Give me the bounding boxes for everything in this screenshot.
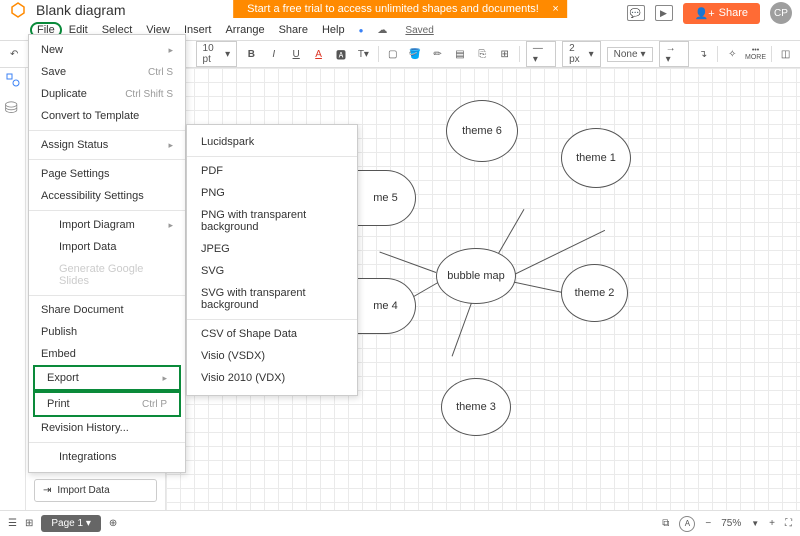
cloud-icon: ☁ bbox=[370, 23, 394, 38]
stroke-width-input[interactable]: 2 px ▾ bbox=[562, 41, 601, 67]
export-vdx[interactable]: Visio 2010 (VDX) bbox=[187, 367, 357, 389]
present-icon[interactable]: ▶ bbox=[655, 5, 673, 21]
menu-integrations[interactable]: Integrations bbox=[29, 446, 185, 468]
fullscreen-icon[interactable]: ⛶ bbox=[785, 518, 792, 529]
export-png-transparent[interactable]: PNG with transparent background bbox=[187, 204, 357, 238]
zoom-in-icon[interactable]: + bbox=[769, 518, 775, 529]
export-submenu: Lucidspark PDF PNG PNG with transparent … bbox=[186, 124, 358, 396]
export-csv[interactable]: CSV of Shape Data bbox=[187, 323, 357, 345]
menu-revision[interactable]: Revision History... bbox=[29, 417, 185, 439]
share-button[interactable]: 👤+ Share bbox=[683, 3, 760, 24]
menu-assign-status[interactable]: Assign Status▸ bbox=[29, 134, 185, 156]
arrow-end-select[interactable]: → ▾ bbox=[659, 41, 689, 67]
fill-icon[interactable]: ▢ bbox=[385, 45, 401, 63]
menu-share-doc[interactable]: Share Document bbox=[29, 299, 185, 321]
line-style-select[interactable]: — ▾ bbox=[526, 41, 556, 67]
node-theme4[interactable]: me 4 bbox=[356, 278, 416, 334]
text-align-icon[interactable]: T▾ bbox=[355, 45, 371, 63]
text-color-icon[interactable]: A bbox=[310, 45, 326, 63]
statusbar: ☰ ⊞ Page 1 ▾ ⊕ ⧉ A − 75% ▼ + ⛶ bbox=[0, 510, 800, 536]
page-tab[interactable]: Page 1 ▾ bbox=[41, 515, 101, 532]
underline-icon[interactable]: U bbox=[288, 45, 304, 63]
menu-publish[interactable]: Publish bbox=[29, 321, 185, 343]
share-icon: 👤+ bbox=[695, 7, 715, 20]
menu-import-diagram[interactable]: Import Diagram▸ bbox=[29, 214, 185, 236]
saved-status[interactable]: Saved bbox=[398, 23, 440, 38]
add-page-icon[interactable]: ⊕ bbox=[109, 518, 117, 529]
menu-save[interactable]: SaveCtrl S bbox=[29, 61, 185, 83]
export-pdf[interactable]: PDF bbox=[187, 160, 357, 182]
highlight-icon[interactable]: 🅰 bbox=[333, 45, 349, 63]
node-theme2[interactable]: theme 2 bbox=[561, 264, 628, 322]
menu-accessibility[interactable]: Accessibility Settings bbox=[29, 185, 185, 207]
route-icon[interactable]: ↴ bbox=[695, 45, 711, 63]
accessibility-icon[interactable]: A bbox=[679, 516, 695, 532]
menu-embed[interactable]: Embed bbox=[29, 343, 185, 365]
file-menu: New▸ SaveCtrl S DuplicateCtrl Shift S Co… bbox=[28, 34, 186, 473]
zoom-out-icon[interactable]: − bbox=[705, 518, 711, 529]
data-icon[interactable]: ⛁ bbox=[5, 98, 21, 114]
menu-convert[interactable]: Convert to Template bbox=[29, 105, 185, 127]
export-vsdx[interactable]: Visio (VSDX) bbox=[187, 345, 357, 367]
eraser-icon[interactable]: ▤ bbox=[452, 45, 468, 63]
grid-icon[interactable]: ⊞ bbox=[497, 45, 513, 63]
avatar[interactable]: CP bbox=[770, 2, 792, 24]
menu-new[interactable]: New▸ bbox=[29, 39, 185, 61]
trial-banner[interactable]: Start a free trial to access unlimited s… bbox=[233, 0, 567, 18]
layers-icon[interactable]: ⧉ bbox=[662, 518, 669, 529]
bold-icon[interactable]: B bbox=[243, 45, 259, 63]
export-png[interactable]: PNG bbox=[187, 182, 357, 204]
export-jpeg[interactable]: JPEG bbox=[187, 238, 357, 260]
more-button[interactable]: •••MORE bbox=[747, 45, 765, 63]
export-lucidspark[interactable]: Lucidspark bbox=[187, 131, 357, 153]
doc-title[interactable]: Blank diagram bbox=[36, 2, 126, 18]
menu-duplicate[interactable]: DuplicateCtrl Shift S bbox=[29, 83, 185, 105]
left-rail: ⛁ bbox=[0, 68, 26, 510]
menu-print[interactable]: PrintCtrl P bbox=[33, 391, 181, 417]
menu-arrange[interactable]: Arrange bbox=[218, 22, 271, 38]
import-data-button[interactable]: ⇥ Import Data bbox=[34, 479, 157, 502]
menu-share[interactable]: Share bbox=[272, 22, 315, 38]
zoom-level[interactable]: 75% bbox=[721, 518, 741, 529]
export-svg-transparent[interactable]: SVG with transparent background bbox=[187, 282, 357, 316]
shapes-icon[interactable] bbox=[5, 72, 21, 88]
node-theme1[interactable]: theme 1 bbox=[561, 128, 631, 188]
bucket-icon[interactable]: 🪣 bbox=[407, 45, 423, 63]
app-logo bbox=[8, 0, 28, 20]
info-icon[interactable]: ◫ bbox=[777, 45, 793, 63]
menu-page-settings[interactable]: Page Settings bbox=[29, 163, 185, 185]
italic-icon[interactable]: I bbox=[266, 45, 282, 63]
trial-link[interactable]: Start a free trial to access unlimited s… bbox=[247, 3, 539, 15]
menu-help[interactable]: Help bbox=[315, 22, 352, 38]
close-banner-icon[interactable]: × bbox=[552, 3, 558, 15]
menu-export[interactable]: Export▸ bbox=[33, 365, 181, 391]
node-center[interactable]: bubble map bbox=[436, 248, 516, 304]
copy-style-icon[interactable]: ⎘ bbox=[474, 45, 490, 63]
import-icon: ⇥ bbox=[43, 485, 51, 496]
menu-gen-slides: Generate Google Slides bbox=[29, 258, 185, 292]
list-view-icon[interactable]: ☰ bbox=[8, 518, 17, 529]
undo-icon[interactable]: ↶ bbox=[6, 45, 22, 63]
arrow-start-select[interactable]: None ▾ bbox=[607, 47, 653, 62]
comment-icon[interactable]: 💬 bbox=[627, 5, 645, 21]
menu-import-data[interactable]: Import Data bbox=[29, 236, 185, 258]
node-theme5[interactable]: me 5 bbox=[356, 170, 416, 226]
font-size-input[interactable]: 10 pt▾ bbox=[196, 41, 238, 67]
grid-view-icon[interactable]: ⊞ bbox=[25, 518, 33, 529]
node-theme3[interactable]: theme 3 bbox=[441, 378, 511, 436]
magic-icon[interactable]: ✧ bbox=[724, 45, 740, 63]
line-color-icon[interactable]: ✏ bbox=[429, 45, 445, 63]
export-svg[interactable]: SVG bbox=[187, 260, 357, 282]
node-theme6[interactable]: theme 6 bbox=[446, 100, 518, 162]
